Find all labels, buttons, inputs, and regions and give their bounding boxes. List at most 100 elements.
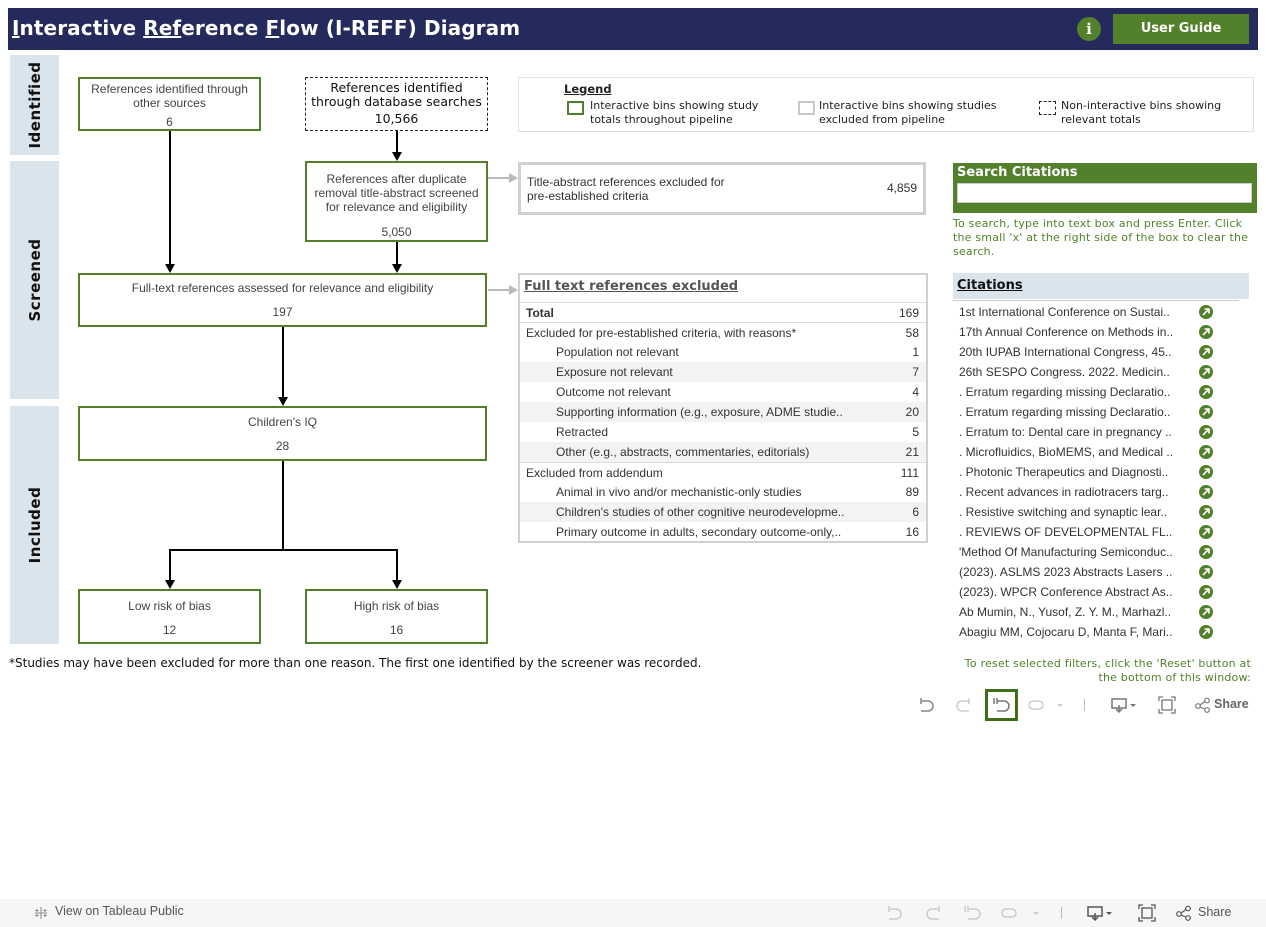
external-link-icon[interactable] [1199, 405, 1213, 419]
external-link-icon[interactable] [1199, 505, 1213, 519]
external-link-icon[interactable] [1199, 625, 1213, 639]
citation-item[interactable]: 20th IUPAB International Congress, 45.. [953, 342, 1249, 362]
exclusion-row[interactable]: Excluded for pre-established criteria, w… [520, 322, 926, 342]
title-part: F [265, 16, 280, 40]
redo-icon[interactable] [924, 904, 944, 922]
box-after-duplicates[interactable]: References after duplicate removal title… [305, 161, 488, 242]
external-link-icon[interactable] [1199, 565, 1213, 579]
external-link-icon[interactable] [1199, 385, 1213, 399]
citation-item[interactable]: 26th SESPO Congress. 2022. Medicin.. [953, 362, 1249, 382]
external-link-icon[interactable] [1199, 325, 1213, 339]
external-link-icon[interactable] [1199, 345, 1213, 359]
undo-icon[interactable] [916, 696, 936, 714]
arrow-down-icon [165, 580, 175, 589]
box-low-bias[interactable]: Low risk of bias 12 [78, 589, 261, 644]
citation-item[interactable]: Ab Mumin, N., Yusof, Z. Y. M., Marhazl.. [953, 602, 1249, 622]
external-link-icon[interactable] [1199, 585, 1213, 599]
citation-title: Abagiu MM, Cojocaru D, Manta F, Mari.. [959, 625, 1173, 639]
citation-title: . Erratum to: Dental care in pregnancy .… [959, 425, 1172, 439]
box-childrens-iq[interactable]: Children's IQ 28 [78, 406, 487, 461]
legend-item-label: Non-interactive bins showing relevant to… [1061, 99, 1222, 126]
title-abstract-excluded-box[interactable]: Title-abstract references excluded for p… [518, 162, 926, 215]
external-link-icon[interactable] [1199, 525, 1213, 539]
exclusion-row[interactable]: Supporting information (e.g., exposure, … [520, 402, 926, 422]
external-link-icon[interactable] [1199, 545, 1213, 559]
page-title: Interactive Reference Flow (I-REFF) Diag… [12, 16, 520, 40]
share-button[interactable]: Share [1176, 904, 1236, 922]
citation-item[interactable]: . Microfluidics, BioMEMS, and Medical .. [953, 442, 1249, 462]
exclusion-row[interactable]: Primary outcome in adults, secondary out… [520, 522, 926, 542]
external-link-icon[interactable] [1199, 365, 1213, 379]
exclusion-reason: Excluded from addendum [526, 466, 663, 480]
citation-title: . Resistive switching and synaptic lear.… [959, 505, 1168, 519]
citation-item[interactable]: . Recent advances in radiotracers targ.. [953, 482, 1249, 502]
citation-item[interactable]: . Photonic Therapeutics and Diagnosti.. [953, 462, 1249, 482]
exclusion-row[interactable]: Retracted 5 [520, 422, 926, 442]
share-icon [1176, 905, 1191, 921]
exclusion-row[interactable]: Total 169 [520, 302, 926, 322]
external-link-icon[interactable] [1199, 305, 1213, 319]
exclusion-reason: Children's studies of other cognitive ne… [556, 505, 845, 519]
citation-item[interactable]: 1st International Conference on Sustai.. [953, 302, 1249, 322]
legend-title: Legend [564, 82, 612, 96]
external-link-icon[interactable] [1199, 465, 1213, 479]
search-citations-panel: Search Citations [953, 163, 1257, 213]
external-link-icon[interactable] [1199, 445, 1213, 459]
user-guide-button[interactable]: User Guide [1113, 14, 1249, 44]
citation-item[interactable]: . REVIEWS OF DEVELOPMENTAL FL.. [953, 522, 1249, 542]
citation-item[interactable]: . Resistive switching and synaptic lear.… [953, 502, 1249, 522]
citation-item[interactable]: 17th Annual Conference on Methods in.. [953, 322, 1249, 342]
exclusion-row[interactable]: Outcome not relevant 4 [520, 382, 926, 402]
citation-item[interactable]: (2023). ASLMS 2023 Abstracts Lasers .. [953, 562, 1249, 582]
exclusion-reason: Outcome not relevant [556, 385, 671, 399]
citation-item[interactable]: 'Method Of Manufacturing Semiconduc.. [953, 542, 1249, 562]
legend-swatch-gray [798, 101, 815, 115]
exclusion-row[interactable]: Other (e.g., abstracts, commentaries, ed… [520, 442, 926, 462]
box-full-text[interactable]: Full-text references assessed for releva… [78, 273, 487, 327]
view-on-tableau-link[interactable]: View on Tableau Public [55, 904, 184, 918]
exclusion-row[interactable]: Population not relevant 1 [520, 342, 926, 362]
download-icon[interactable] [1086, 904, 1116, 922]
exclusion-count: 4 [912, 385, 919, 399]
citation-item[interactable]: (2023). WPCR Conference Abstract As.. [953, 582, 1249, 602]
share-button[interactable]: Share [1195, 696, 1255, 714]
search-input[interactable] [957, 183, 1252, 203]
external-link-icon[interactable] [1199, 605, 1213, 619]
arrow-right-icon [509, 285, 518, 295]
reset-button-highlight[interactable] [985, 689, 1018, 721]
title-part: nteractive [19, 16, 144, 40]
refresh-icon[interactable] [1027, 696, 1047, 714]
download-icon[interactable] [1110, 696, 1140, 714]
revert-icon[interactable] [963, 904, 983, 922]
fullscreen-icon[interactable] [1137, 904, 1157, 922]
connector-line [396, 242, 398, 264]
citation-item[interactable]: . Erratum regarding missing Declaratio.. [953, 402, 1249, 422]
search-citations-title: Search Citations [957, 165, 1078, 180]
chevron-down-icon[interactable] [1030, 904, 1042, 922]
exclusion-row[interactable]: Excluded from addendum 111 [520, 462, 926, 482]
exclusion-reason: Exposure not relevant [556, 365, 673, 379]
info-icon[interactable]: i [1077, 17, 1101, 41]
redo-icon[interactable] [954, 696, 974, 714]
citation-item[interactable]: Abagiu MM, Cojocaru D, Manta F, Mari.. [953, 622, 1249, 642]
exclusion-reason: Other (e.g., abstracts, commentaries, ed… [556, 445, 810, 459]
external-link-icon[interactable] [1199, 425, 1213, 439]
exclusion-reason: Total [526, 306, 554, 320]
exclusion-row[interactable]: Animal in vivo and/or mechanistic-only s… [520, 482, 926, 502]
header-bar: Interactive Reference Flow (I-REFF) Diag… [8, 8, 1258, 50]
box-other-sources[interactable]: References identified through other sour… [78, 77, 261, 131]
fullscreen-icon[interactable] [1157, 696, 1177, 714]
refresh-icon[interactable] [1000, 904, 1020, 922]
exclusion-row[interactable]: Children's studies of other cognitive ne… [520, 502, 926, 522]
chevron-down-icon[interactable] [1054, 696, 1066, 714]
external-link-icon[interactable] [1199, 485, 1213, 499]
citation-item[interactable]: . Erratum regarding missing Declaratio.. [953, 382, 1249, 402]
exclusion-count: 6 [912, 505, 919, 519]
box-high-bias[interactable]: High risk of bias 16 [305, 589, 488, 644]
exclusion-row[interactable]: Exposure not relevant 7 [520, 362, 926, 382]
title-part: erence [181, 16, 266, 40]
toolbar-divider [1084, 699, 1085, 711]
undo-icon[interactable] [884, 904, 904, 922]
citation-item[interactable]: . Erratum to: Dental care in pregnancy .… [953, 422, 1249, 442]
citation-title: . Erratum regarding missing Declaratio.. [959, 405, 1171, 419]
